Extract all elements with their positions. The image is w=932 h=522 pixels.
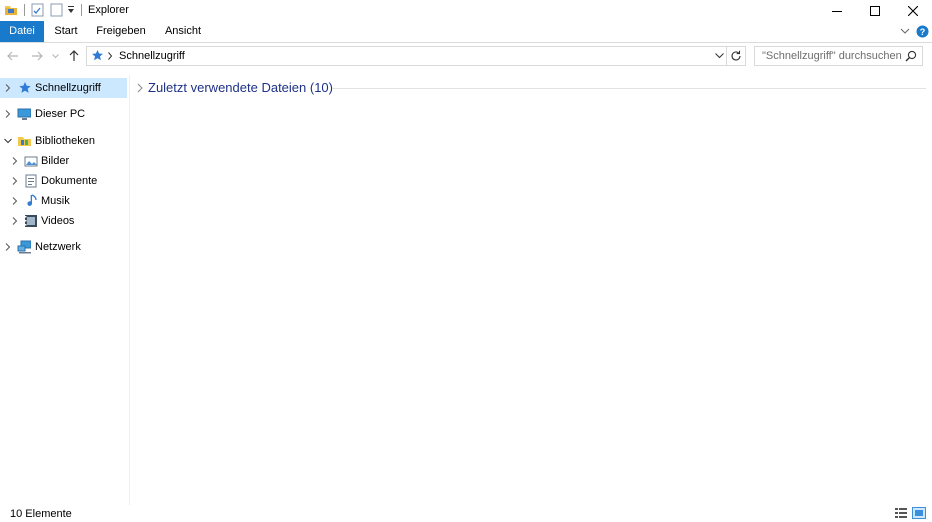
close-button[interactable] xyxy=(894,0,932,21)
chevron-right-icon[interactable] xyxy=(4,84,12,92)
nav-item-label: Schnellzugriff xyxy=(35,82,101,94)
nav-item-label: Dokumente xyxy=(41,175,98,187)
videos-library-icon xyxy=(25,215,37,227)
status-bar: 10 Elemente xyxy=(0,505,932,522)
music-library-icon xyxy=(27,194,37,206)
libraries-icon xyxy=(18,137,31,146)
close-icon xyxy=(908,5,918,16)
group-header-recent-files[interactable]: Zuletzt verwendete Dateien (10) xyxy=(136,80,926,96)
chevron-down-icon[interactable] xyxy=(4,137,12,145)
qat-separator xyxy=(24,4,25,16)
group-divider xyxy=(332,88,926,89)
group-title: Zuletzt verwendete Dateien (10) xyxy=(148,80,333,95)
computer-icon xyxy=(17,108,31,120)
pictures-library-icon xyxy=(24,156,38,167)
nav-item-label: Dieser PC xyxy=(35,108,86,120)
documents-library-icon xyxy=(25,174,37,188)
maximize-button[interactable] xyxy=(856,0,894,21)
quick-access-star-icon xyxy=(19,82,31,93)
nav-item-label: Netzwerk xyxy=(35,241,81,253)
maximize-icon xyxy=(870,5,880,16)
nav-item-label: Musik xyxy=(41,195,70,207)
item-count: 10 Elemente xyxy=(10,508,72,520)
navigation-pane: Schnellzugriff Dieser PC Bibliotheken Bi… xyxy=(0,75,130,505)
nav-item-videos[interactable]: Videos xyxy=(0,211,127,231)
nav-item-label: Videos xyxy=(41,215,75,227)
chevron-right-icon[interactable] xyxy=(11,197,19,205)
nav-item-musik[interactable]: Musik xyxy=(0,191,127,211)
quick-access-star-icon xyxy=(92,50,103,61)
minimize-icon xyxy=(832,10,842,12)
tab-freigeben[interactable]: Freigeben xyxy=(94,21,148,42)
expand-ribbon-icon[interactable] xyxy=(900,28,910,35)
network-icon xyxy=(17,240,31,254)
nav-item-label: Bilder xyxy=(41,155,70,167)
breadcrumb-chevron-icon[interactable] xyxy=(108,52,113,60)
tab-start[interactable]: Start xyxy=(49,21,83,42)
recent-locations-chevron-icon[interactable] xyxy=(52,54,59,59)
chevron-right-icon[interactable] xyxy=(136,83,144,93)
nav-item-bibliotheken[interactable]: Bibliotheken xyxy=(0,131,127,151)
nav-item-netzwerk[interactable]: Netzwerk xyxy=(0,237,127,257)
new-folder-icon[interactable] xyxy=(50,3,63,17)
help-icon[interactable]: ? xyxy=(916,25,929,38)
refresh-icon xyxy=(731,50,741,61)
properties-icon[interactable] xyxy=(31,3,44,17)
up-arrow-icon[interactable] xyxy=(68,50,80,62)
minimize-button[interactable] xyxy=(818,0,856,21)
customize-qat-icon[interactable] xyxy=(67,6,75,15)
search-input[interactable]: "Schnellzugriff" durchsuchen xyxy=(754,46,923,66)
chevron-right-icon[interactable] xyxy=(11,217,19,225)
title-bar: Explorer xyxy=(0,0,932,21)
nav-item-dokumente[interactable]: Dokumente xyxy=(0,171,127,191)
window-title: Explorer xyxy=(88,4,129,16)
tab-ansicht[interactable]: Ansicht xyxy=(160,21,206,42)
search-icon[interactable] xyxy=(905,50,917,62)
folder-app-icon[interactable] xyxy=(4,3,18,17)
nav-item-dieser-pc[interactable]: Dieser PC xyxy=(0,104,127,124)
address-dropdown-icon[interactable] xyxy=(715,53,724,59)
search-placeholder: "Schnellzugriff" durchsuchen xyxy=(762,50,902,62)
forward-arrow-icon[interactable] xyxy=(31,51,43,61)
nav-item-bilder[interactable]: Bilder xyxy=(0,151,127,171)
nav-item-schnellzugriff[interactable]: Schnellzugriff xyxy=(0,78,127,98)
svg-text:?: ? xyxy=(920,27,926,37)
chevron-right-icon[interactable] xyxy=(11,157,19,165)
details-view-icon[interactable] xyxy=(894,507,908,519)
nav-item-label: Bibliotheken xyxy=(35,135,95,147)
breadcrumb-item-schnellzugriff[interactable]: Schnellzugriff xyxy=(119,50,185,62)
ribbon-tab-bar: Datei Start Freigeben Ansicht ? xyxy=(0,21,932,43)
address-bar[interactable]: Schnellzugriff xyxy=(86,46,727,66)
qat-separator xyxy=(81,4,82,16)
large-icons-view-icon[interactable] xyxy=(912,507,926,519)
chevron-right-icon[interactable] xyxy=(4,110,12,118)
refresh-button[interactable] xyxy=(727,46,746,66)
back-arrow-icon[interactable] xyxy=(7,51,19,61)
chevron-right-icon[interactable] xyxy=(4,243,12,251)
chevron-right-icon[interactable] xyxy=(11,177,19,185)
tab-datei[interactable]: Datei xyxy=(0,21,44,42)
